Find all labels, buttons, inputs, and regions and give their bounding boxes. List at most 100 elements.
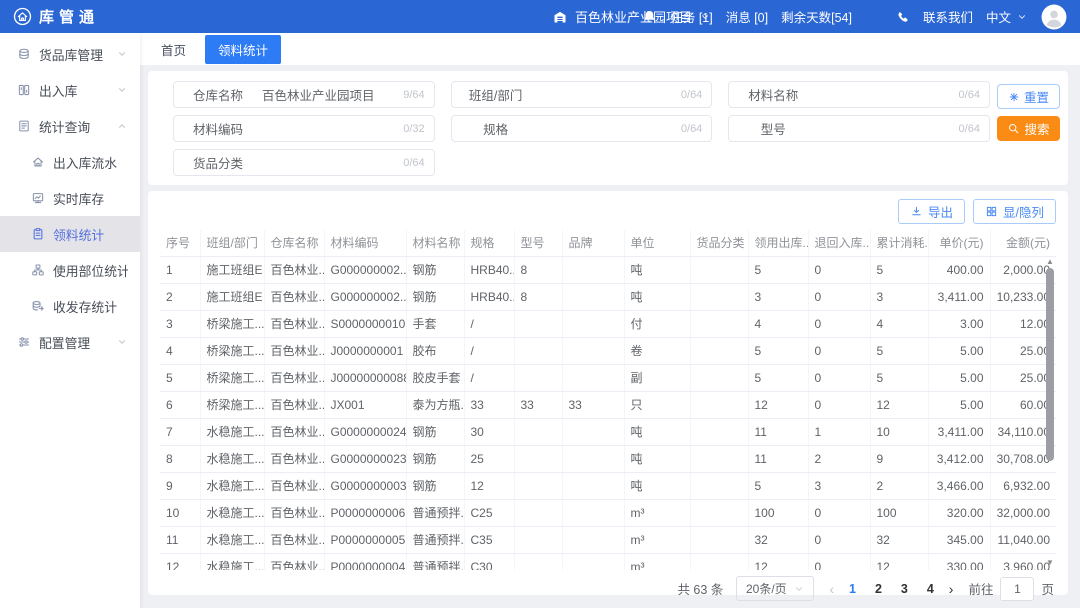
table-row: 5桥梁施工...百色林业...J00000000088胶皮手套/副5055.00… xyxy=(160,364,1056,391)
field-goods-category[interactable]: 货品分类0/64 xyxy=(173,149,435,176)
table-cell: G0000000024 xyxy=(324,418,406,445)
table-cell xyxy=(690,364,748,391)
table-cell: 胶布 xyxy=(406,337,464,364)
sidebar-item-in-out-warehouse[interactable]: 出入库 xyxy=(0,72,140,108)
table-cell: 普通预拌... xyxy=(406,499,464,526)
page-size-select[interactable]: 20条/页 xyxy=(736,576,814,601)
sidebar-item-label: 实时库存 xyxy=(53,189,104,208)
char-counter: 0/64 xyxy=(677,89,711,101)
show-hide-columns-button[interactable]: 显/隐列 xyxy=(973,199,1056,224)
table-cell xyxy=(562,526,624,553)
next-page-button[interactable]: › xyxy=(947,581,956,597)
sidebar-item-realtime-inventory[interactable]: 实时库存 xyxy=(0,180,140,216)
table-cell: P0000000006 xyxy=(324,499,406,526)
table-cell xyxy=(562,283,624,310)
field-material-code[interactable]: 材料编码0/32 xyxy=(173,115,435,142)
table-cell: 桥梁施工... xyxy=(200,310,264,337)
messages-link[interactable]: 消息 [0] xyxy=(726,7,768,26)
prev-page-button[interactable]: ‹ xyxy=(827,581,836,597)
phone-icon xyxy=(896,10,910,24)
scroll-up-arrow-icon[interactable]: ▲ xyxy=(1044,257,1056,267)
table-row: 2施工班组E百色林业...G000000002...钢筋HRB40...8吨30… xyxy=(160,283,1056,310)
table-cell: 百色林业... xyxy=(264,337,324,364)
table-cell: 吨 xyxy=(624,283,690,310)
page-number-3[interactable]: 3 xyxy=(901,582,908,596)
search-button[interactable]: 搜索 xyxy=(997,116,1060,141)
sidebar-item-goods-management[interactable]: 货品库管理 xyxy=(0,36,140,72)
table-cell: 百色林业... xyxy=(264,256,324,283)
scrollbar-thumb[interactable] xyxy=(1046,268,1054,461)
table-cell: 1 xyxy=(160,256,200,283)
table-cell: 32 xyxy=(748,526,808,553)
sidebar-item-label: 货品库管理 xyxy=(39,45,103,64)
table-cell: m³ xyxy=(624,553,690,570)
table-cell: 400.00 xyxy=(928,256,990,283)
table-cell: C25 xyxy=(464,499,514,526)
field-specification[interactable]: 规格0/64 xyxy=(451,115,713,142)
page-number-4[interactable]: 4 xyxy=(927,582,934,596)
app-logo-icon xyxy=(13,7,32,26)
table-cell: 百色林业... xyxy=(264,310,324,337)
sidebar-item-usage-location-stats[interactable]: 使用部位统计 xyxy=(0,252,140,288)
goto-page-input[interactable] xyxy=(1000,577,1034,601)
sidebar-item-receipt-dispatch-stats[interactable]: 收发存统计 xyxy=(0,288,140,324)
table-cell: 百色林业... xyxy=(264,553,324,570)
table-cell: 5.00 xyxy=(928,337,990,364)
page-number-2[interactable]: 2 xyxy=(875,582,882,596)
field-warehouse-name[interactable]: 仓库名称百色林业产业园项目9/64 xyxy=(173,81,435,108)
table-toolbar: 导出 显/隐列 xyxy=(160,195,1056,230)
table-cell: 9 xyxy=(870,445,928,472)
vertical-scrollbar[interactable]: ▲ ▼ xyxy=(1044,257,1056,570)
tab-material-requisition-stats[interactable]: 领料统计 xyxy=(205,35,281,64)
project-selector[interactable]: 百色林业产业园项目 xyxy=(552,0,711,33)
table-cell: 1 xyxy=(808,418,870,445)
table-cell: 10 xyxy=(160,499,200,526)
table-cell: 普通预拌... xyxy=(406,553,464,570)
table-cell: 钢筋 xyxy=(406,472,464,499)
table-cell: 5 xyxy=(748,472,808,499)
table-cell: 10 xyxy=(870,418,928,445)
reset-button[interactable]: 重置 xyxy=(997,84,1060,109)
table-cell xyxy=(562,445,624,472)
app-logo: 库管通 xyxy=(0,6,99,27)
scroll-down-arrow-icon[interactable]: ▼ xyxy=(1044,558,1056,568)
export-button[interactable]: 导出 xyxy=(898,199,965,224)
table-cell: 吨 xyxy=(624,418,690,445)
table-cell: 8 xyxy=(514,283,562,310)
download-icon xyxy=(910,205,923,218)
contact-us-link[interactable]: 联系我们 xyxy=(923,7,973,26)
table-cell: 100 xyxy=(870,499,928,526)
avatar[interactable] xyxy=(1041,4,1067,30)
char-counter: 0/64 xyxy=(955,89,989,101)
table-cell: 0 xyxy=(808,256,870,283)
table-cell xyxy=(562,418,624,445)
sidebar-item-material-requisition-stats[interactable]: 领料统计 xyxy=(0,216,140,252)
table-cell: P0000000004 xyxy=(324,553,406,570)
chevron-down-icon xyxy=(699,11,711,23)
field-team-department[interactable]: 班组/部门0/64 xyxy=(451,81,713,108)
table-cell: 钢筋 xyxy=(406,418,464,445)
table-cell xyxy=(690,283,748,310)
data-table-wrap: 序号班组/部门仓库名称材料编码材料名称规格型号品牌单位货品分类领用出库...退回… xyxy=(160,230,1056,570)
tab-home[interactable]: 首页 xyxy=(151,35,196,64)
table-cell: 0 xyxy=(808,364,870,391)
sidebar-item-configuration-management[interactable]: 配置管理 xyxy=(0,324,140,360)
sidebar-item-in-out-flow[interactable]: 出入库流水 xyxy=(0,144,140,180)
language-selector[interactable]: 中文 xyxy=(986,7,1028,26)
table-row: 4桥梁施工...百色林业...J0000000001胶布/卷5055.0025.… xyxy=(160,337,1056,364)
warehouse-icon xyxy=(552,9,568,25)
column-header: 仓库名称 xyxy=(264,230,324,256)
table-cell: G000000002... xyxy=(324,256,406,283)
field-label: 材料名称 xyxy=(729,85,817,104)
table-cell: 施工班组E xyxy=(200,283,264,310)
field-model[interactable]: 型号0/64 xyxy=(728,115,990,142)
sidebar-item-label: 统计查询 xyxy=(39,117,90,136)
page-number-1[interactable]: 1 xyxy=(849,582,856,596)
sidebar-item-statistics-query[interactable]: 统计查询 xyxy=(0,108,140,144)
char-counter: 9/64 xyxy=(399,89,433,101)
field-material-name[interactable]: 材料名称 0/64 xyxy=(728,81,990,108)
chevron-down-icon xyxy=(1016,11,1028,23)
coins-book-icon xyxy=(31,299,45,313)
table-cell: 30 xyxy=(464,418,514,445)
table-cell: 3,412.00 xyxy=(928,445,990,472)
